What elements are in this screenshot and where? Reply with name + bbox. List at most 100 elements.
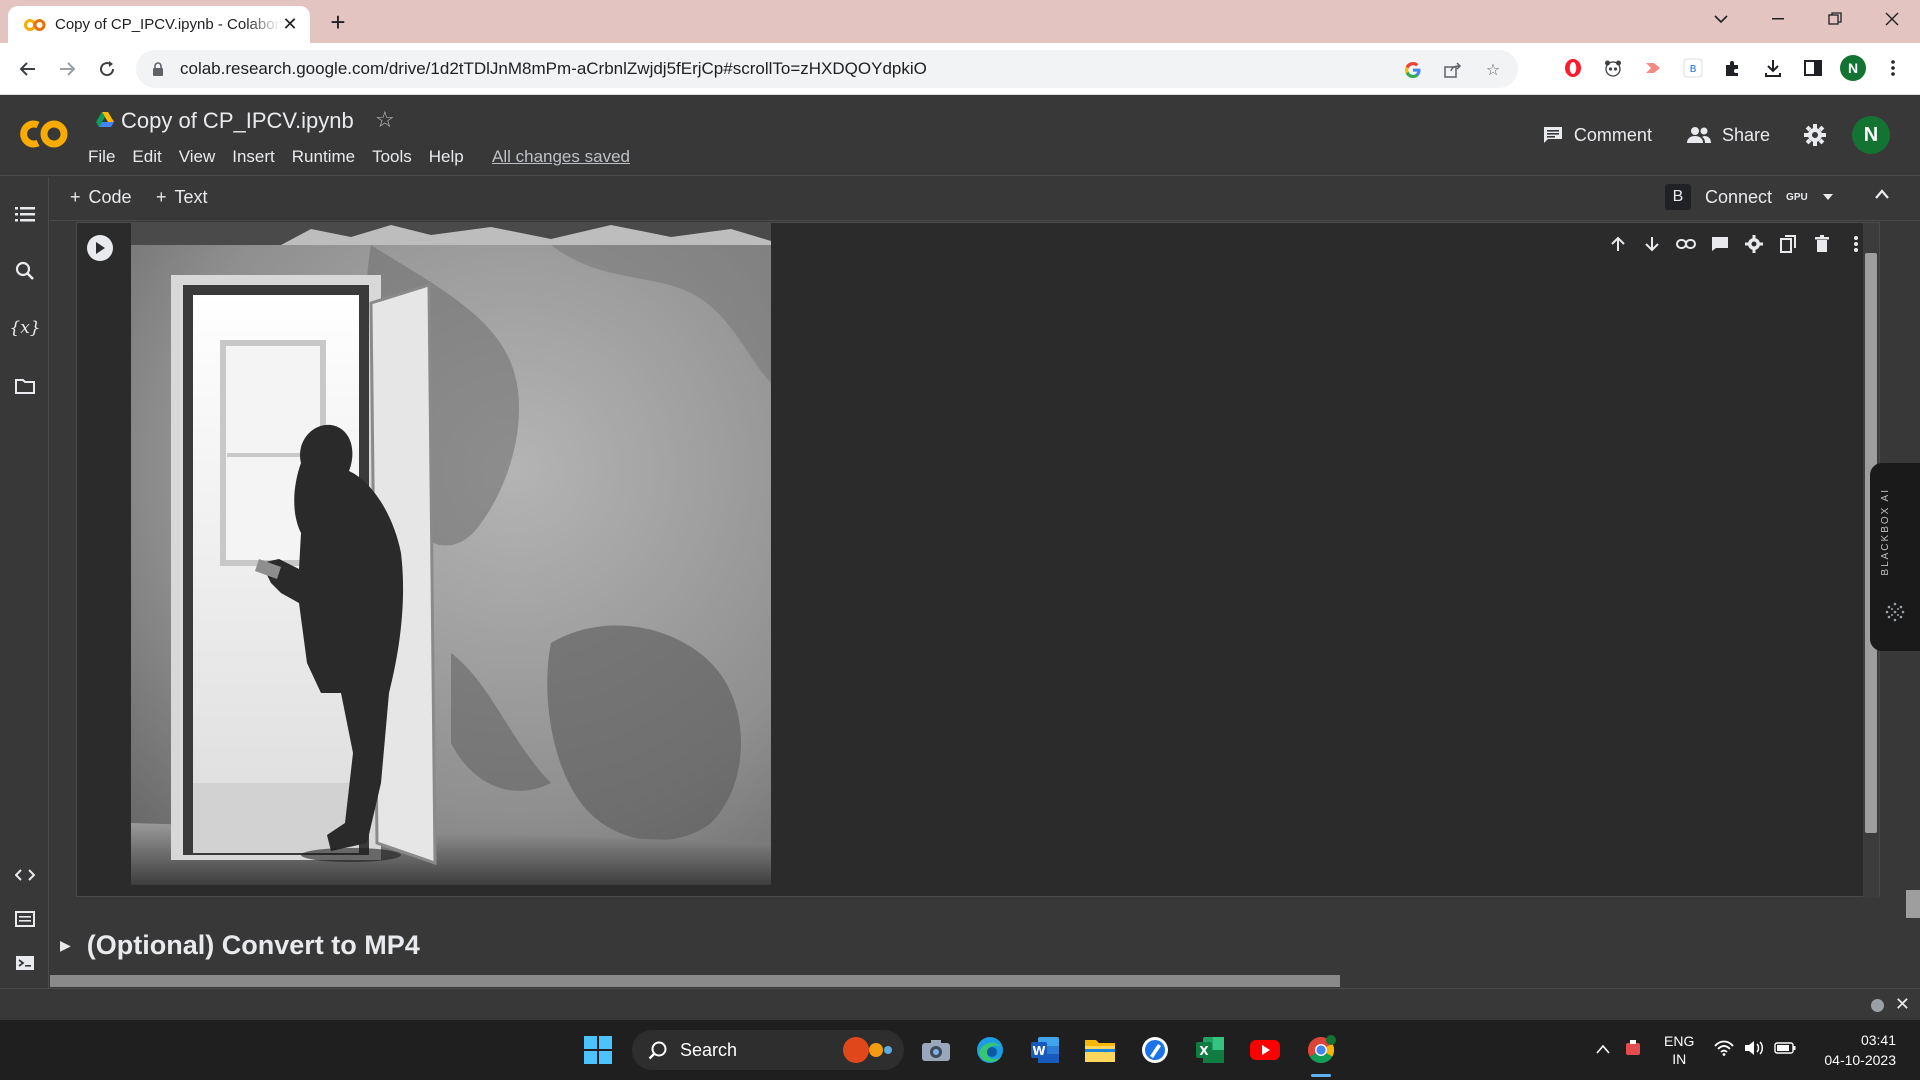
b-extension-icon[interactable]: B bbox=[1680, 55, 1706, 81]
notebook-title[interactable]: Copy of CP_IPCV.ipynb bbox=[121, 108, 354, 134]
chrome-app-icon[interactable] bbox=[1303, 1032, 1339, 1068]
comment-icon bbox=[1543, 127, 1562, 143]
run-cell-button[interactable] bbox=[87, 235, 113, 261]
play-icon bbox=[96, 242, 105, 254]
horizontal-scrollbar-thumb[interactable] bbox=[50, 975, 1340, 987]
profile-avatar[interactable]: N bbox=[1840, 55, 1866, 81]
files-folder-icon[interactable] bbox=[12, 373, 38, 399]
file-explorer-icon[interactable] bbox=[1082, 1032, 1118, 1068]
excel-app-icon[interactable]: X bbox=[1192, 1032, 1228, 1068]
menu-edit[interactable]: Edit bbox=[132, 147, 161, 167]
lock-icon[interactable] bbox=[152, 61, 168, 77]
svg-text:B: B bbox=[1690, 64, 1697, 75]
search-icon bbox=[648, 1041, 667, 1060]
collapse-header-icon[interactable] bbox=[1874, 187, 1890, 205]
back-button[interactable] bbox=[14, 55, 42, 83]
menu-insert[interactable]: Insert bbox=[232, 147, 275, 167]
menu-view[interactable]: View bbox=[179, 147, 216, 167]
minimize-button[interactable] bbox=[1749, 0, 1806, 38]
add-code-button[interactable]: + Code bbox=[70, 187, 132, 208]
browser-menu-icon[interactable] bbox=[1880, 55, 1906, 81]
system-tray: ENG IN 03:41 04-10-2023 bbox=[1596, 1020, 1920, 1080]
connect-runtime-button[interactable]: B Connect GPU bbox=[1665, 184, 1834, 210]
downloads-icon[interactable] bbox=[1760, 55, 1786, 81]
pen-app-icon[interactable] bbox=[1137, 1032, 1173, 1068]
variables-icon[interactable]: {x} bbox=[9, 315, 40, 341]
profile-initial: N bbox=[1840, 55, 1866, 81]
camera-app-icon[interactable] bbox=[918, 1032, 954, 1068]
url-text: colab.research.google.com/drive/1d2tTDlJ… bbox=[180, 59, 927, 78]
youtube-app-icon[interactable] bbox=[1247, 1032, 1283, 1068]
add-text-button[interactable]: + Text bbox=[156, 187, 208, 208]
link-icon[interactable] bbox=[1675, 233, 1697, 255]
code-cell[interactable] bbox=[76, 222, 1880, 898]
volume-icon[interactable] bbox=[1744, 1040, 1764, 1061]
page-scrollbar-thumb[interactable] bbox=[1906, 890, 1920, 918]
side-panel-icon[interactable] bbox=[1800, 55, 1826, 81]
google-drive-icon bbox=[96, 111, 114, 127]
share-page-icon[interactable] bbox=[1442, 59, 1464, 81]
google-icon[interactable] bbox=[1402, 59, 1424, 81]
reload-button[interactable] bbox=[93, 55, 121, 83]
cell-settings-gear-icon[interactable] bbox=[1743, 233, 1765, 255]
header-actions: Comment Share N bbox=[1542, 115, 1920, 155]
status-close-icon[interactable]: ✕ bbox=[1895, 994, 1910, 1015]
table-of-contents-icon[interactable] bbox=[12, 201, 38, 227]
menu-tools[interactable]: Tools bbox=[372, 147, 412, 167]
save-status[interactable]: All changes saved bbox=[492, 147, 630, 167]
collapsed-section[interactable]: ▶ (Optional) Convert to MP4 bbox=[60, 930, 420, 961]
opera-extension-icon[interactable] bbox=[1560, 55, 1586, 81]
expand-caret-icon[interactable]: ▶ bbox=[60, 937, 71, 954]
menu-runtime[interactable]: Runtime bbox=[292, 147, 355, 167]
colab-header: Copy of CP_IPCV.ipynb ☆ File Edit View I… bbox=[0, 95, 1920, 176]
input-language[interactable]: ENG IN bbox=[1664, 1032, 1694, 1068]
windows-start-icon[interactable] bbox=[580, 1032, 616, 1068]
delete-cell-icon[interactable] bbox=[1811, 233, 1833, 255]
address-bar[interactable]: colab.research.google.com/drive/1d2tTDlJ… bbox=[136, 50, 1518, 88]
new-tab-button[interactable]: + bbox=[324, 7, 352, 37]
extensions-puzzle-icon[interactable] bbox=[1720, 55, 1746, 81]
edge-browser-icon[interactable] bbox=[972, 1032, 1008, 1068]
arrow-extension-icon[interactable] bbox=[1640, 55, 1666, 81]
move-up-icon[interactable] bbox=[1607, 233, 1629, 255]
forward-button[interactable] bbox=[53, 55, 81, 83]
command-palette-icon[interactable] bbox=[12, 906, 38, 932]
move-down-icon[interactable] bbox=[1641, 233, 1663, 255]
comment-button[interactable]: Comment bbox=[1542, 125, 1652, 146]
horizontal-scrollbar[interactable] bbox=[50, 975, 1920, 987]
mirror-cell-icon[interactable] bbox=[1777, 233, 1799, 255]
show-hidden-icons-chevron-icon[interactable] bbox=[1596, 1041, 1610, 1059]
active-app-indicator bbox=[1311, 1074, 1331, 1077]
connect-dropdown-icon[interactable] bbox=[1822, 188, 1834, 206]
share-button[interactable]: Share bbox=[1686, 125, 1770, 146]
search-icon[interactable] bbox=[12, 258, 38, 284]
code-snippets-icon[interactable] bbox=[12, 862, 38, 888]
status-indicator[interactable] bbox=[1871, 999, 1884, 1012]
tab-title: Copy of CP_IPCV.ipynb - Colaboratory bbox=[55, 16, 280, 33]
clock[interactable]: 03:41 04-10-2023 bbox=[1824, 1030, 1896, 1070]
menu-help[interactable]: Help bbox=[429, 147, 464, 167]
comment-cell-icon[interactable] bbox=[1709, 233, 1731, 255]
blackbox-ai-widget[interactable]: BLACKBOX AI bbox=[1870, 463, 1920, 651]
battery-icon[interactable] bbox=[1774, 1041, 1796, 1059]
word-app-icon[interactable]: W bbox=[1027, 1032, 1063, 1068]
colab-favicon-icon bbox=[24, 18, 46, 32]
restore-button[interactable] bbox=[1806, 0, 1863, 38]
terminal-icon[interactable] bbox=[12, 950, 38, 976]
wifi-icon[interactable] bbox=[1714, 1040, 1735, 1061]
tab-close-icon[interactable]: ✕ bbox=[280, 14, 300, 35]
settings-gear-icon[interactable] bbox=[1804, 124, 1826, 146]
tab-search-chevron-icon[interactable] bbox=[1692, 0, 1749, 38]
panda-extension-icon[interactable] bbox=[1600, 55, 1626, 81]
taskbar-search[interactable]: Search bbox=[632, 1030, 904, 1070]
browser-tab[interactable]: Copy of CP_IPCV.ipynb - Colaboratory ✕ bbox=[8, 6, 310, 43]
close-window-button[interactable] bbox=[1863, 0, 1920, 38]
colab-logo-icon[interactable] bbox=[18, 117, 70, 151]
bookmark-star-icon[interactable]: ☆ bbox=[1482, 59, 1504, 81]
menu-file[interactable]: File bbox=[88, 147, 115, 167]
star-notebook-icon[interactable]: ☆ bbox=[375, 107, 395, 133]
user-avatar[interactable]: N bbox=[1852, 116, 1890, 154]
blackbox-logo-icon bbox=[1885, 602, 1905, 622]
add-text-label: Text bbox=[174, 187, 208, 207]
tray-app-icon[interactable] bbox=[1624, 1039, 1642, 1062]
